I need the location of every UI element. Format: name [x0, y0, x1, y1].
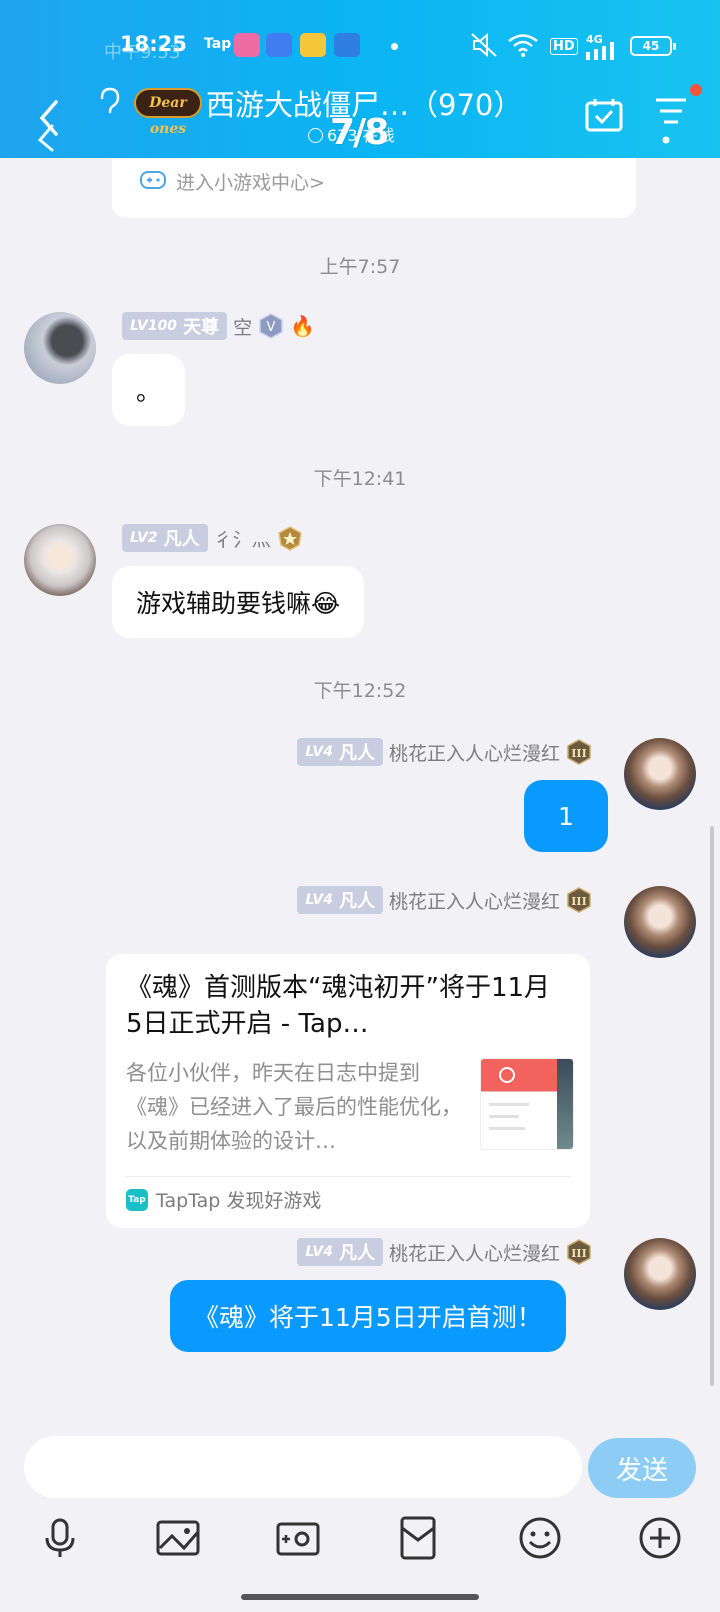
sender-meta: LV4 凡人 桃花正入人心烂漫红 III: [297, 1238, 592, 1266]
sender-meta: LV4 凡人 桃花正入人心烂漫红 III: [297, 738, 592, 766]
input-bar: 发送: [0, 1420, 720, 1612]
level-number: LV100: [130, 318, 178, 334]
level-title: 凡人: [338, 1243, 375, 1264]
link-thumbnail: [480, 1058, 574, 1150]
message-bubble[interactable]: 游戏辅助要钱嘛😂: [112, 566, 365, 638]
sender-name[interactable]: 空: [233, 313, 252, 340]
sender-meta: LV4 凡人 桃花正入人心烂漫红 III: [297, 886, 592, 914]
message-bubble[interactable]: 1: [524, 780, 608, 852]
level-tag: LV4 凡人: [297, 886, 383, 914]
feather-notification-icon: [334, 33, 360, 57]
level-number: LV4: [305, 1244, 333, 1260]
svg-text:III: III: [571, 1247, 586, 1260]
link-source: Tap TapTap 发现好游戏: [126, 1186, 321, 1213]
signal-icon: [586, 42, 614, 60]
timestamp: 上午7:57: [319, 256, 401, 278]
level-number: LV2: [130, 530, 158, 546]
status-time: 18:25: [120, 32, 187, 56]
page-indicator: 7/8: [330, 112, 389, 153]
microphone-icon[interactable]: [36, 1514, 84, 1562]
camera-icon[interactable]: [274, 1514, 322, 1562]
link-source-name: TapTap 发现好游戏: [156, 1190, 322, 1212]
level-tag: LV4 凡人: [297, 738, 383, 766]
status-bar: 中午9:53 18:25 Tap HD 4G 45: [0, 30, 720, 63]
message-input[interactable]: [24, 1436, 582, 1498]
sender-name[interactable]: 桃花正入人心烂漫红: [389, 887, 560, 914]
avatar[interactable]: [624, 1238, 696, 1310]
level-title: 天尊: [183, 317, 220, 338]
rank-badge-icon: III: [567, 887, 591, 913]
level-number: LV4: [305, 892, 333, 908]
level-tag: LV100 天尊: [122, 312, 228, 340]
group-menu-icon[interactable]: [654, 96, 688, 148]
back-button[interactable]: [34, 96, 64, 152]
emoji-icon[interactable]: [516, 1514, 564, 1562]
avatar[interactable]: [24, 312, 96, 384]
level-title: 凡人: [338, 743, 375, 764]
timestamp: 下午12:52: [313, 680, 407, 702]
message-bubble[interactable]: 。: [112, 354, 186, 426]
rank-badge-icon: III: [567, 739, 591, 765]
unread-dot: [690, 84, 702, 96]
image-icon[interactable]: [154, 1514, 202, 1562]
calendar-check-icon[interactable]: [585, 98, 623, 132]
wifi-icon: [508, 34, 538, 57]
avatar[interactable]: [624, 886, 696, 958]
minigame-center-link[interactable]: 进入小游戏中心>: [176, 168, 325, 195]
loop-notification-icon: [266, 33, 292, 57]
sender-meta: LV2 凡人 彳氵灬: [122, 524, 303, 552]
svg-text:V: V: [267, 320, 276, 335]
message-bubble[interactable]: 《魂》将于11月5日开启首测！: [170, 1280, 566, 1352]
minigame-center-card[interactable]: 进入小游戏中心>: [112, 158, 636, 218]
scrollbar[interactable]: [710, 826, 714, 1386]
timestamp: 下午12:41: [313, 468, 407, 490]
star-badge-icon: [277, 526, 302, 551]
home-indicator[interactable]: [241, 1594, 479, 1600]
hd-voice-label: HD: [550, 38, 578, 55]
bilibili-notification-icon: [234, 33, 260, 57]
battery-indicator: 45: [630, 36, 676, 56]
send-button[interactable]: 发送: [588, 1438, 696, 1498]
link-title: 《魂》首测版本“魂沌初开”将于11月5日正式开启 - Tap…: [126, 973, 551, 1039]
sender-name[interactable]: 桃花正入人心烂漫红: [389, 1239, 560, 1266]
level-title: 凡人: [163, 529, 200, 550]
gamepad-icon: [140, 171, 166, 189]
chat-header: 中午9:53 18:25 Tap HD 4G 45 Dear ones 西游大战…: [0, 0, 720, 158]
earpiece-mode-icon[interactable]: [96, 86, 122, 116]
message-list[interactable]: 进入小游戏中心> 上午7:57 LV100 天尊 空 V 🔥 。 下午12:41 …: [0, 158, 720, 1420]
sender-name[interactable]: 桃花正入人心烂漫红: [389, 739, 560, 766]
svg-text:III: III: [571, 747, 586, 760]
red-packet-icon[interactable]: [394, 1514, 442, 1562]
fire-icon: 🔥: [290, 314, 315, 338]
online-status-icon: [308, 128, 323, 143]
level-number: LV4: [305, 744, 333, 760]
taptap-logo-icon: Tap: [126, 1188, 148, 1211]
mute-icon: [471, 32, 497, 58]
plus-icon[interactable]: [636, 1514, 684, 1562]
link-share-card[interactable]: 《魂》首测版本“魂沌初开”将于11月5日正式开启 - Tap… 各位小伙伴，昨天…: [106, 954, 590, 1228]
shield-notification-icon: [300, 33, 326, 57]
rank-badge-icon: III: [567, 1239, 591, 1265]
level-tag: LV2 凡人: [122, 524, 208, 552]
more-notifications-icon: [391, 43, 398, 50]
avatar[interactable]: [624, 738, 696, 810]
svg-text:III: III: [571, 895, 586, 908]
avatar[interactable]: [24, 524, 96, 596]
level-title: 凡人: [338, 891, 375, 912]
link-description: 各位小伙伴，昨天在日志中提到《魂》已经进入了最后的性能优化，以及前期体验的设计…: [126, 1061, 462, 1153]
status-tap-label: Tap: [204, 36, 232, 52]
sender-name[interactable]: 彳氵灬: [214, 525, 271, 552]
group-logo[interactable]: Dear ones: [134, 88, 202, 137]
level-tag: LV4 凡人: [297, 1238, 383, 1266]
divider: [126, 1176, 570, 1177]
sender-meta: LV100 天尊 空 V 🔥: [122, 312, 315, 340]
v-badge-icon: V: [259, 313, 283, 339]
